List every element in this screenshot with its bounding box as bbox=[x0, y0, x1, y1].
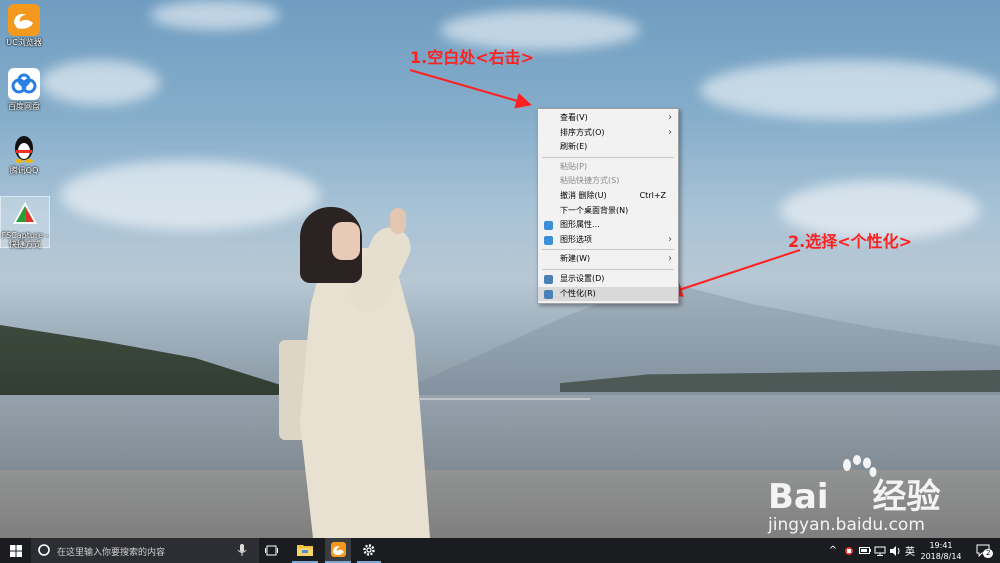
settings-gear-icon bbox=[363, 543, 375, 556]
uc-browser-icon bbox=[330, 542, 346, 557]
menu-item-shortcut: Ctrl+Z bbox=[639, 190, 666, 200]
menu-item-label: 粘贴(P) bbox=[560, 161, 588, 171]
baidu-jingyan-watermark: Bai 经验 jingyan.baidu.com bbox=[768, 455, 998, 538]
taskbar-uc-browser[interactable] bbox=[325, 538, 351, 563]
taskbar-search-box[interactable]: 在这里输入你要搜索的内容 bbox=[31, 538, 259, 563]
tray-app-icon-graphic bbox=[845, 546, 853, 555]
intel-graphics-icon bbox=[544, 235, 553, 245]
desktop-background[interactable]: UC浏览器 百度网盘 腾讯QQ FSCapture - 快捷方式 1.空白处<右… bbox=[0, 0, 1000, 538]
menu-item-label: 撤消 删除(U) bbox=[560, 190, 607, 200]
chevron-right-icon: › bbox=[668, 233, 672, 245]
battery-icon[interactable] bbox=[858, 538, 872, 563]
taskbar-settings[interactable] bbox=[357, 538, 381, 563]
personalize-icon bbox=[544, 289, 553, 299]
volume-icon[interactable] bbox=[888, 538, 902, 563]
menu-item-label: 刷新(E) bbox=[560, 142, 588, 152]
menu-item-label: 图形选项 bbox=[560, 234, 592, 244]
menu-separator bbox=[542, 156, 674, 158]
network-icon-graphic bbox=[874, 546, 886, 556]
clock-date: 2018/8/14 bbox=[920, 552, 962, 561]
taskbar-file-explorer[interactable] bbox=[292, 538, 318, 563]
chevron-right-icon: › bbox=[668, 126, 672, 138]
menu-separator bbox=[542, 249, 674, 251]
annotation-arrow-1 bbox=[409, 69, 532, 109]
notification-count-badge: 2 bbox=[983, 549, 994, 558]
menu-item-label: 显示设置(D) bbox=[560, 273, 605, 283]
menu-item-label: 下一个桌面背景(N) bbox=[560, 205, 629, 215]
microphone-icon[interactable] bbox=[237, 544, 247, 557]
start-button[interactable] bbox=[0, 538, 31, 563]
menu-item-graphics-properties[interactable]: 图形属性... bbox=[538, 218, 678, 233]
chevron-right-icon: › bbox=[668, 253, 672, 265]
menu-item-label: 粘贴快捷方式(S) bbox=[560, 176, 620, 186]
menu-item-label: 排序方式(O) bbox=[560, 127, 605, 137]
menu-item-label: 查看(V) bbox=[560, 113, 588, 122]
menu-item-display-settings[interactable]: 显示设置(D) bbox=[538, 272, 678, 287]
cortana-circle-icon bbox=[38, 544, 50, 556]
menu-item-new[interactable]: 新建(W) › bbox=[538, 252, 678, 267]
battery-icon-graphic bbox=[859, 547, 871, 554]
annotation-arrow-2 bbox=[666, 249, 801, 297]
menu-item-paste: 粘贴(P) bbox=[538, 160, 678, 175]
menu-item-sort-by[interactable]: 排序方式(O) › bbox=[538, 126, 678, 141]
menu-separator bbox=[542, 268, 674, 270]
watermark-brand-cn: 经验 bbox=[872, 477, 941, 517]
menu-item-refresh[interactable]: 刷新(E) bbox=[538, 140, 678, 155]
menu-item-personalize[interactable]: 个性化(R) bbox=[538, 286, 678, 302]
clock-time: 19:41 bbox=[929, 541, 953, 550]
search-placeholder: 在这里输入你要搜索的内容 bbox=[57, 548, 166, 558]
tray-overflow-chevron-icon[interactable]: ^ bbox=[826, 538, 840, 563]
volume-icon-graphic bbox=[890, 545, 900, 556]
chevron-right-icon: › bbox=[668, 112, 672, 123]
action-center-button[interactable]: 2 bbox=[968, 538, 998, 563]
watermark-brand: Bai 经验 bbox=[768, 469, 941, 518]
menu-item-graphics-options[interactable]: 图形选项 › bbox=[538, 233, 678, 248]
menu-item-paste-shortcut: 粘贴快捷方式(S) bbox=[538, 174, 678, 189]
watermark-url: jingyan.baidu.com bbox=[768, 515, 925, 535]
menu-item-label: 新建(W) bbox=[560, 254, 591, 264]
display-settings-icon bbox=[544, 274, 553, 284]
tray-clock[interactable]: 19:41 2018/8/14 bbox=[919, 538, 963, 563]
menu-item-undo-delete[interactable]: 撤消 删除(U) Ctrl+Z bbox=[538, 189, 678, 204]
menu-item-label: 个性化(R) bbox=[560, 288, 596, 298]
desktop-context-menu: 查看(V) › 排序方式(O) › 刷新(E) 粘贴(P) 粘贴快捷方式(S) 撤消… bbox=[537, 108, 679, 305]
menu-item-label: 图形属性... bbox=[560, 220, 600, 230]
menu-item-next-background[interactable]: 下一个桌面背景(N) bbox=[538, 204, 678, 219]
network-icon[interactable] bbox=[873, 538, 887, 563]
tray-app-icon[interactable] bbox=[842, 538, 856, 563]
taskbar: 在这里输入你要搜索的内容 ^ 英 19:41 2018/8/14 2 bbox=[0, 538, 1000, 563]
input-method-indicator[interactable]: 英 bbox=[903, 538, 917, 563]
intel-graphics-icon bbox=[544, 221, 553, 231]
menu-item-view[interactable]: 查看(V) › bbox=[538, 111, 678, 126]
watermark-brand-latin: Bai bbox=[768, 477, 829, 517]
file-explorer-icon bbox=[297, 545, 313, 556]
task-view-icon bbox=[264, 545, 278, 556]
task-view-button[interactable] bbox=[259, 538, 283, 563]
windows-logo-icon bbox=[9, 544, 22, 557]
